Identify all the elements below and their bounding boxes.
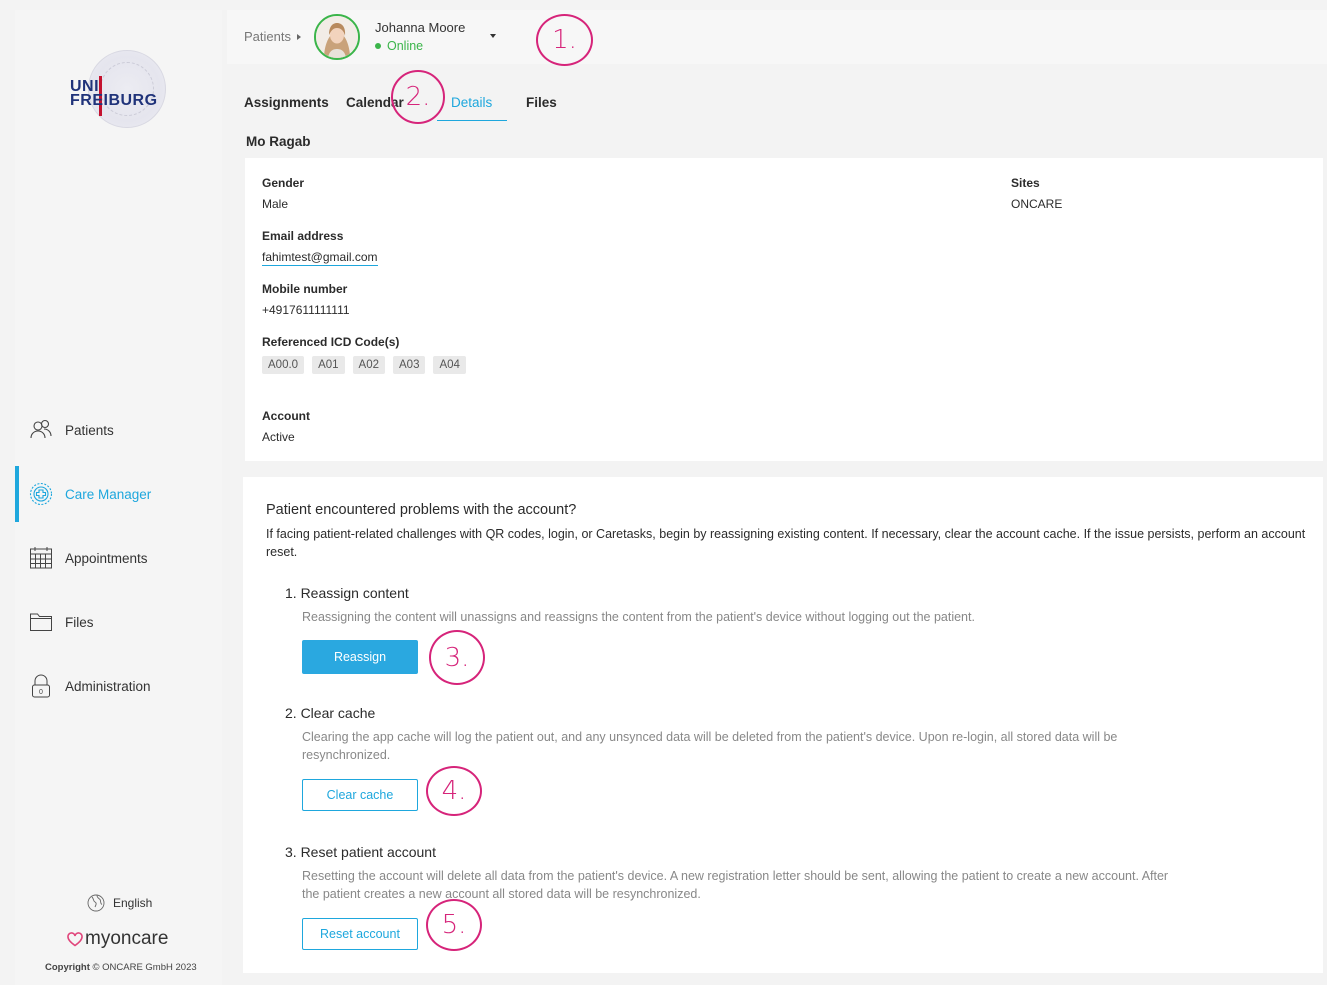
patient-details-card: Gender Male Sites ONCARE Email address f… bbox=[245, 158, 1323, 461]
chevron-down-icon[interactable] bbox=[490, 34, 496, 38]
step2-description: Clearing the app cache will log the pati… bbox=[302, 730, 1118, 762]
icd-label: Referenced ICD Code(s) bbox=[262, 335, 400, 349]
annotation-marker-1: 1. bbox=[536, 14, 593, 66]
reset-account-button[interactable]: Reset account bbox=[302, 918, 418, 950]
problems-title: Patient encountered problems with the ac… bbox=[266, 502, 577, 518]
sidebar-item-appointments[interactable]: Appointments bbox=[15, 538, 222, 578]
account-label: Account bbox=[262, 409, 310, 423]
globe-icon bbox=[87, 894, 105, 912]
heart-icon bbox=[67, 931, 83, 946]
copyright-text: Copyright © ONCARE GmbH 2023 bbox=[45, 962, 197, 973]
reassign-button[interactable]: Reassign bbox=[302, 640, 418, 674]
icd-chip: A01 bbox=[312, 356, 345, 374]
active-tab-indicator bbox=[437, 120, 507, 121]
sidebar-item-care-manager[interactable]: Care Manager bbox=[15, 466, 222, 522]
step2-title: 2. Clear cache bbox=[285, 705, 376, 721]
folder-icon bbox=[30, 613, 52, 631]
icd-chip: A03 bbox=[393, 356, 426, 374]
myoncare-logo: myoncare bbox=[67, 928, 168, 950]
mobile-label: Mobile number bbox=[262, 282, 348, 296]
sidebar-item-patients[interactable]: Patients bbox=[15, 410, 222, 450]
tab-files[interactable]: Files bbox=[526, 95, 557, 110]
icd-chip: A00.0 bbox=[262, 356, 305, 374]
user-name[interactable]: Johanna Moore bbox=[375, 20, 465, 35]
language-selector[interactable]: English bbox=[87, 894, 152, 912]
email-link[interactable]: fahimtest@gmail.com bbox=[262, 250, 378, 266]
online-dot-icon bbox=[375, 43, 381, 49]
logo-line2: FREIBURG bbox=[70, 92, 158, 109]
sidebar-item-label: Files bbox=[65, 614, 94, 630]
avatar[interactable] bbox=[314, 14, 360, 60]
annotation-marker-5: 5. bbox=[426, 899, 482, 951]
clear-cache-button[interactable]: Clear cache bbox=[302, 779, 418, 811]
brand-name: myoncare bbox=[85, 928, 169, 949]
user-status: Online bbox=[375, 39, 423, 53]
sidebar-item-label: Appointments bbox=[65, 550, 148, 566]
sidebar-item-label: Care Manager bbox=[65, 486, 152, 502]
breadcrumb-arrow-icon bbox=[296, 33, 301, 40]
icd-chip: A02 bbox=[352, 356, 385, 374]
account-problems-card: Patient encountered problems with the ac… bbox=[243, 477, 1323, 973]
email-label: Email address bbox=[262, 229, 344, 243]
step3-description: Resetting the account will delete all da… bbox=[302, 869, 1169, 901]
svg-text:0: 0 bbox=[39, 689, 43, 696]
language-label: English bbox=[113, 896, 153, 910]
icd-chip: A04 bbox=[433, 356, 466, 374]
sidebar: UNI FREIBURG Patients Care Manager Appoi… bbox=[15, 10, 222, 985]
annotation-marker-3: 3. bbox=[429, 630, 485, 685]
sidebar-item-label: Patients bbox=[65, 422, 114, 438]
sidebar-item-label: Administration bbox=[65, 678, 151, 694]
header: Patients Johanna Moore Online bbox=[227, 10, 1327, 64]
patients-icon bbox=[30, 419, 52, 439]
university-logo: UNI FREIBURG bbox=[70, 50, 180, 140]
tab-assignments[interactable]: Assignments bbox=[244, 95, 329, 110]
calendar-icon bbox=[30, 547, 52, 569]
mobile-value: +4917611111111 bbox=[262, 303, 350, 317]
sidebar-item-files[interactable]: Files bbox=[15, 602, 222, 642]
lock-icon: 0 bbox=[32, 674, 50, 698]
step1-title: 1. Reassign content bbox=[285, 585, 409, 601]
user-photo-icon bbox=[316, 16, 358, 58]
annotation-marker-4: 4. bbox=[426, 766, 482, 816]
sites-label: Sites bbox=[1011, 176, 1040, 190]
app-window: UNI FREIBURG Patients Care Manager Appoi… bbox=[0, 0, 1327, 985]
gender-label: Gender bbox=[262, 176, 305, 190]
annotation-marker-2: 2. bbox=[391, 70, 445, 124]
sidebar-item-administration[interactable]: 0 Administration bbox=[15, 666, 222, 706]
sites-value: ONCARE bbox=[1011, 197, 1063, 211]
gender-value: Male bbox=[262, 197, 289, 211]
breadcrumb: Patients bbox=[244, 29, 301, 44]
problems-description: If facing patient-related challenges wit… bbox=[266, 527, 1306, 559]
step3-title: 3. Reset patient account bbox=[285, 844, 436, 860]
status-label: Online bbox=[387, 39, 424, 53]
step1-description: Reassigning the content will unassigns a… bbox=[302, 610, 975, 624]
icd-code-list: A00.0 A01 A02 A03 A04 bbox=[262, 356, 466, 374]
tab-details[interactable]: Details bbox=[451, 95, 492, 110]
breadcrumb-patients-link[interactable]: Patients bbox=[244, 29, 291, 44]
care-manager-icon bbox=[29, 482, 53, 506]
account-value: Active bbox=[262, 430, 295, 444]
patient-name: Mo Ragab bbox=[246, 134, 311, 149]
